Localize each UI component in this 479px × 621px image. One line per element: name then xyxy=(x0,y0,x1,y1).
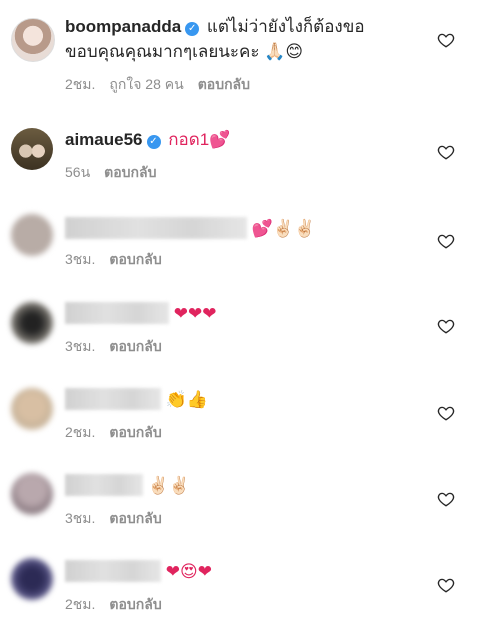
comment-body: 👏👍 xyxy=(165,390,209,410)
comment-body: ✌🏻✌🏻 xyxy=(147,476,191,496)
avatar[interactable] xyxy=(11,558,53,600)
comment-time: 3ชม. xyxy=(65,338,96,354)
comment-meta: 3ชม. ตอบกลับ xyxy=(65,508,176,530)
reply-button[interactable]: ตอบกลับ xyxy=(109,251,161,267)
heart-outline-icon[interactable] xyxy=(437,31,455,49)
heart-outline-icon[interactable] xyxy=(437,490,455,508)
comment-body: ❤😍❤ xyxy=(165,562,212,582)
comment-time: 2ชม. xyxy=(65,596,96,612)
comment-time: 3ชม. xyxy=(65,251,96,267)
comment-text: ❤❤❤ xyxy=(65,302,216,325)
comment-text: 👏👍 xyxy=(65,388,208,411)
avatar[interactable] xyxy=(11,214,53,256)
avatar[interactable] xyxy=(11,473,53,515)
comment-meta: 2ชม. ถูกใจ 28 คน ตอบกลับ xyxy=(65,74,264,96)
reply-button[interactable]: ตอบกลับ xyxy=(109,424,161,440)
comment-meta: 3ชม. ตอบกลับ xyxy=(65,249,176,271)
username[interactable]: boompanadda xyxy=(65,17,181,36)
comment-body: กอด1💕 xyxy=(168,130,231,149)
heart-outline-icon[interactable] xyxy=(437,143,455,161)
comment-body: ❤❤❤ xyxy=(173,304,217,324)
like-count[interactable]: ถูกใจ 28 คน xyxy=(109,76,183,92)
reply-button[interactable]: ตอบกลับ xyxy=(109,510,161,526)
reply-button[interactable]: ตอบกลับ xyxy=(109,338,161,354)
heart-outline-icon[interactable] xyxy=(437,317,455,335)
reply-button[interactable]: ตอบกลับ xyxy=(104,164,156,180)
verified-badge-icon: ✓ xyxy=(185,22,200,36)
reply-button[interactable]: ตอบกลับ xyxy=(198,76,250,92)
heart-outline-icon[interactable] xyxy=(437,404,455,422)
username[interactable]: aimaue56 xyxy=(65,130,143,149)
verified-badge-icon: ✓ xyxy=(146,135,161,149)
heart-outline-icon[interactable] xyxy=(437,576,455,594)
username-blurred[interactable] xyxy=(65,474,143,496)
username-blurred[interactable] xyxy=(65,388,161,410)
username-blurred[interactable] xyxy=(65,302,169,324)
comment-text: ✌🏻✌🏻 xyxy=(65,474,190,497)
comment-meta: 2ชม. ตอบกลับ xyxy=(65,422,176,444)
reply-button[interactable]: ตอบกลับ xyxy=(109,596,161,612)
comment-time: 2ชม. xyxy=(65,76,96,92)
avatar[interactable] xyxy=(11,18,55,62)
comment-time: 56น xyxy=(65,164,91,180)
username-blurred[interactable] xyxy=(65,560,161,582)
comment-meta: 2ชม. ตอบกลับ xyxy=(65,594,176,616)
comment-text: aimaue56 ✓ กอด1💕 xyxy=(65,129,230,151)
comment-body: 💕✌🏻✌🏻 xyxy=(251,219,316,239)
avatar[interactable] xyxy=(11,302,53,344)
avatar[interactable] xyxy=(11,128,53,170)
avatar[interactable] xyxy=(11,388,53,430)
comment-text: 💕✌🏻✌🏻 xyxy=(65,217,315,240)
comment-text: ❤😍❤ xyxy=(65,560,212,583)
comment-time: 2ชม. xyxy=(65,424,96,440)
comment-body-line2: ขอบคุณคุณมากๆเลยนะคะ 🙏🏻😊 xyxy=(65,42,304,61)
comment-meta: 3ชม. ตอบกลับ xyxy=(65,336,176,358)
comment-body-line1: แต่ไม่ว่ายังไงก็ต้องขอ xyxy=(206,17,365,36)
comment-meta: 56น ตอบกลับ xyxy=(65,162,171,184)
comment-time: 3ชม. xyxy=(65,510,96,526)
comment-text: boompanadda ✓ แต่ไม่ว่ายังไงก็ต้องขอ xyxy=(65,16,365,38)
username-blurred[interactable] xyxy=(65,217,247,239)
heart-outline-icon[interactable] xyxy=(437,232,455,250)
